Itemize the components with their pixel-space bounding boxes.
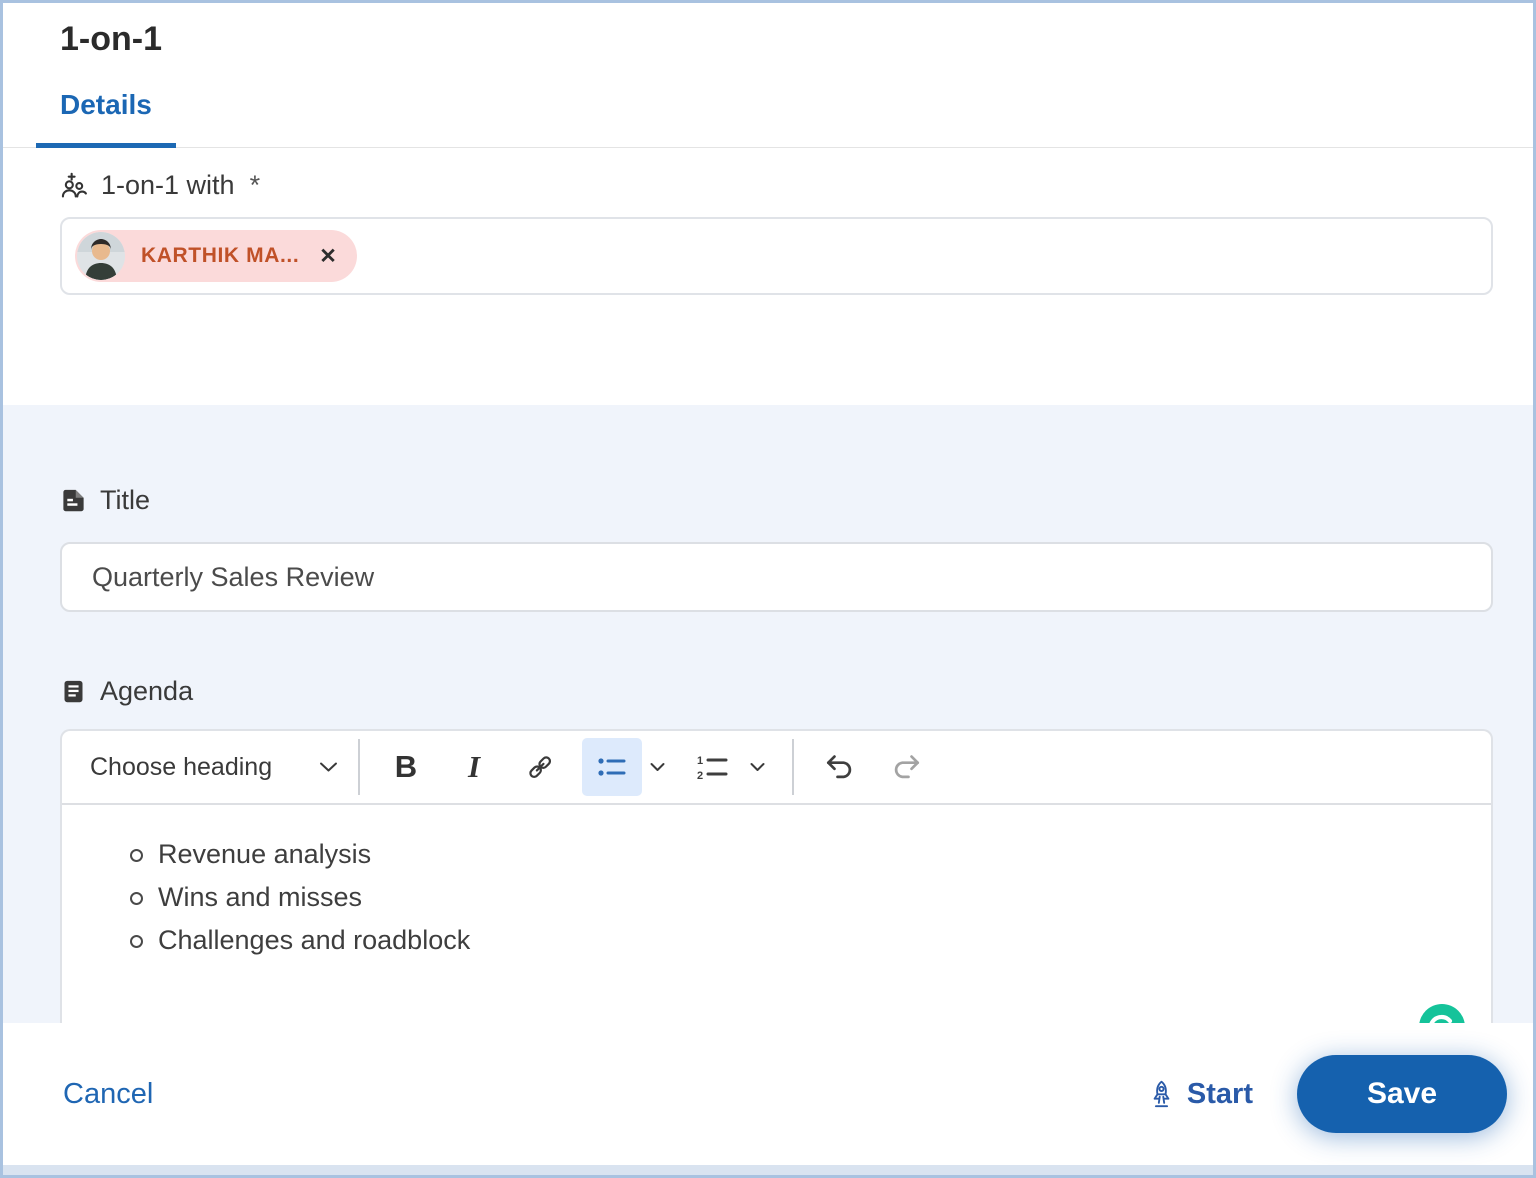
link-icon <box>526 753 554 781</box>
undo-button[interactable] <box>814 738 866 796</box>
numbered-list-caret[interactable] <box>742 762 772 772</box>
tab-bar: Details <box>3 89 1533 148</box>
start-button-label: Start <box>1186 1077 1253 1110</box>
participant-chip[interactable]: KARTHIK MA... ✕ <box>75 230 357 282</box>
agenda-list-item: Wins and misses <box>94 876 1461 919</box>
rocket-icon <box>1148 1080 1175 1109</box>
tab-details[interactable]: Details <box>36 89 176 148</box>
chevron-down-icon <box>750 762 765 772</box>
participant-name: KARTHIK MA... <box>141 244 300 267</box>
bullet-list-caret[interactable] <box>642 762 672 772</box>
header-section: 1-on-1 Details 1-on-1 with * KARTHIK MA.… <box>3 3 1533 405</box>
svg-text:2: 2 <box>697 770 703 781</box>
agenda-field-text: Agenda <box>100 676 194 706</box>
redo-icon <box>890 753 922 781</box>
heading-select[interactable]: Choose heading <box>90 753 338 782</box>
link-button[interactable] <box>514 738 566 796</box>
svg-text:1: 1 <box>697 755 703 767</box>
footer-bar: Cancel Start Save <box>3 1023 1533 1165</box>
toolbar-divider <box>358 739 360 795</box>
agenda-editor: Choose heading B I 1 2 Revenue analysis … <box>60 729 1493 1023</box>
heading-select-value: Choose heading <box>90 752 273 781</box>
grammarly-icon[interactable] <box>1419 1004 1465 1023</box>
editor-toolbar: Choose heading B I 1 2 <box>62 731 1491 805</box>
participant-input[interactable]: KARTHIK MA... ✕ <box>60 217 1493 295</box>
bullet-list-icon <box>597 754 627 780</box>
with-field-label: 1-on-1 with * <box>60 170 1493 201</box>
title-input[interactable]: Quarterly Sales Review <box>60 542 1493 612</box>
agenda-list: Revenue analysis Wins and misses Challen… <box>94 833 1461 962</box>
required-marker: * <box>249 170 261 200</box>
with-field-text: 1-on-1 with <box>101 170 235 200</box>
numbered-list-button[interactable]: 1 2 <box>684 738 742 796</box>
chevron-down-icon <box>650 762 665 772</box>
toolbar-divider <box>792 739 794 795</box>
bottom-strip <box>3 1165 1533 1175</box>
agenda-list-item: Revenue analysis <box>94 833 1461 876</box>
page-title: 1-on-1 <box>60 20 162 58</box>
form-section: Title Quarterly Sales Review Agenda Choo… <box>3 405 1533 1023</box>
numbered-list-icon: 1 2 <box>696 753 730 781</box>
chevron-down-icon <box>319 761 338 773</box>
redo-button[interactable] <box>880 738 932 796</box>
undo-icon <box>824 753 856 781</box>
cancel-button[interactable]: Cancel <box>63 1078 153 1111</box>
agenda-icon <box>60 678 87 705</box>
bullet-list-button[interactable] <box>582 738 642 796</box>
italic-button[interactable]: I <box>448 738 500 796</box>
editor-content[interactable]: Revenue analysis Wins and misses Challen… <box>62 805 1491 962</box>
agenda-list-item: Challenges and roadblock <box>94 919 1461 962</box>
agenda-field-label: Agenda <box>60 676 1493 707</box>
avatar <box>77 232 125 280</box>
document-icon <box>60 487 87 514</box>
start-button[interactable]: Start <box>1148 1078 1253 1111</box>
save-button[interactable]: Save <box>1297 1055 1507 1133</box>
one-on-one-panel: 1-on-1 Details 1-on-1 with * KARTHIK MA.… <box>0 0 1536 1178</box>
title-input-value: Quarterly Sales Review <box>92 561 375 592</box>
bold-button[interactable]: B <box>380 738 432 796</box>
title-field-text: Title <box>100 485 151 515</box>
close-icon[interactable]: ✕ <box>319 246 337 267</box>
title-field-label: Title <box>60 485 1493 516</box>
group-add-icon <box>60 172 88 200</box>
